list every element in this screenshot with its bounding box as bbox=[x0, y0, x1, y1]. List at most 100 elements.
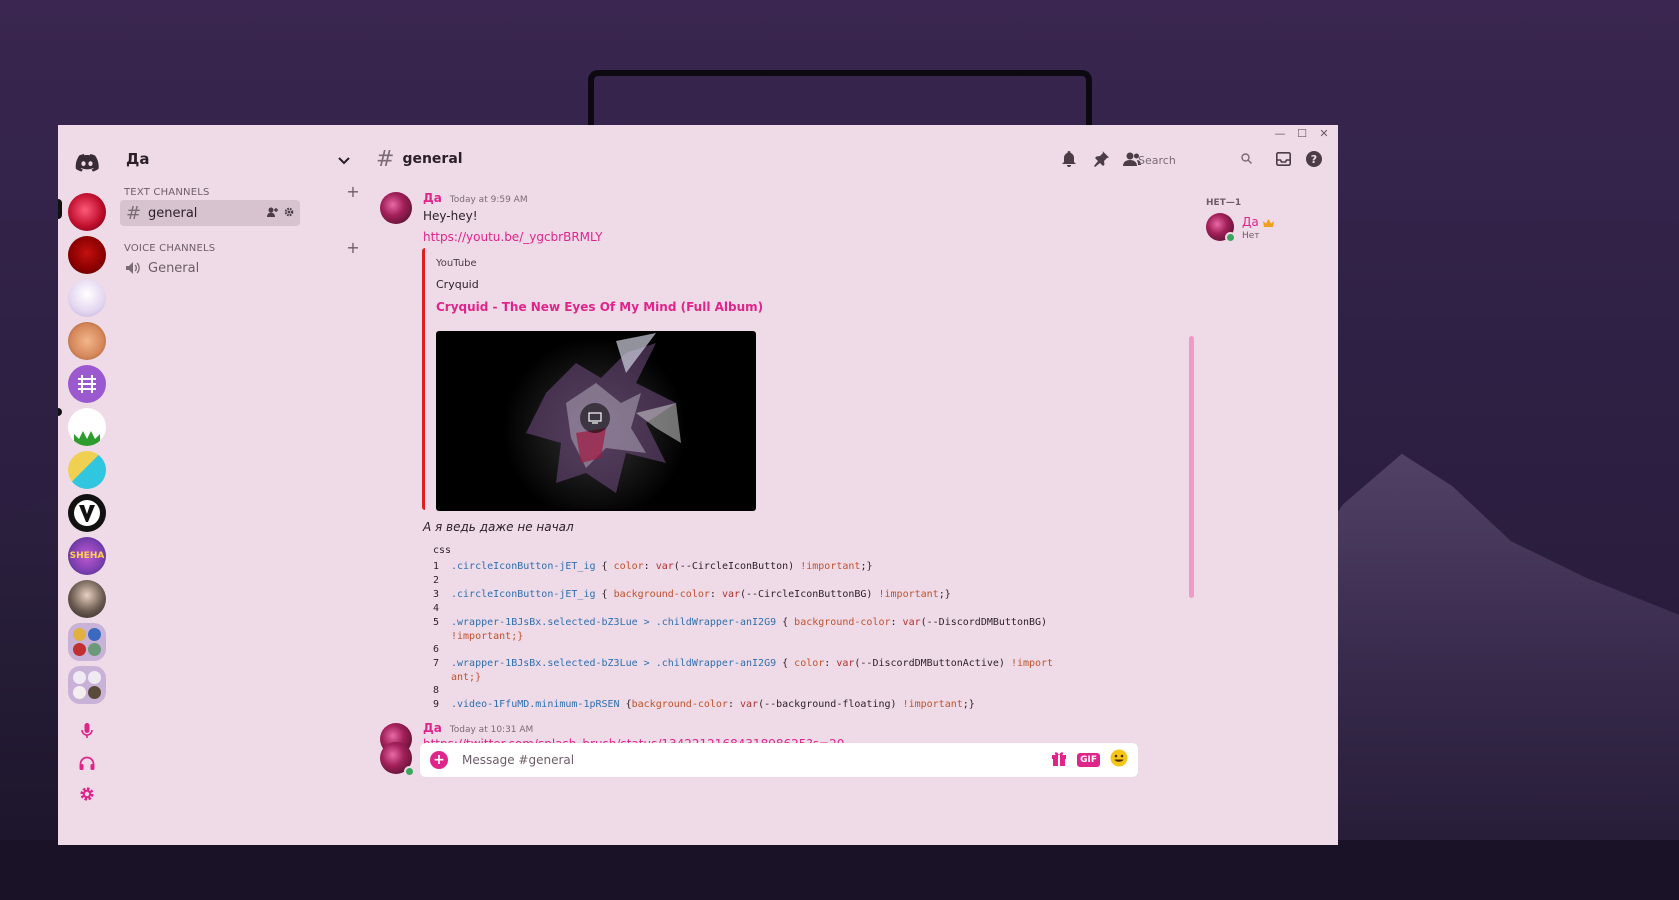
code-token: (--background-floating) bbox=[758, 699, 903, 710]
message-composer[interactable]: + Message #general GIF bbox=[420, 743, 1138, 777]
message-timestamp: Today at 10:31 AM bbox=[449, 725, 534, 735]
code-token: : bbox=[643, 561, 656, 572]
emoji-icon[interactable] bbox=[1110, 749, 1128, 771]
upload-plus-button[interactable]: + bbox=[430, 751, 448, 769]
folder-server-thumb bbox=[73, 671, 86, 684]
server-icon-2[interactable] bbox=[68, 236, 106, 274]
member-name: Да bbox=[1242, 214, 1259, 229]
chevron-down-icon bbox=[338, 150, 350, 169]
avatar[interactable] bbox=[380, 192, 412, 224]
server-icon-7[interactable] bbox=[68, 451, 106, 489]
create-channel-plus-icon[interactable]: + bbox=[346, 240, 360, 256]
message-input[interactable]: Message #general bbox=[462, 753, 1051, 767]
close-window-button[interactable]: ✕ bbox=[1316, 127, 1332, 141]
code-block: 1 .circleIconButton-jET_ig { color: var(-… bbox=[433, 561, 1073, 711]
code-token: .wrapper-1BJsBx.selected-bZ3Lue > .child… bbox=[451, 617, 777, 628]
code-token: !import bbox=[1010, 658, 1054, 669]
code-token: var bbox=[721, 589, 740, 600]
code-token: (--CircleIconButton) bbox=[673, 561, 801, 572]
code-line: 1 .circleIconButton-jET_ig { color: var(-… bbox=[433, 561, 872, 572]
maximize-button[interactable]: ☐ bbox=[1294, 127, 1310, 141]
server-icon-1[interactable] bbox=[68, 193, 106, 231]
code-token: .circleIconButton-jET_ig bbox=[451, 561, 596, 572]
voice-channel-general[interactable]: General bbox=[120, 255, 300, 281]
text-channels-category[interactable]: Text Channels + bbox=[124, 184, 360, 200]
code-token: : bbox=[727, 699, 740, 710]
member-item[interactable]: Да Нет bbox=[1206, 212, 1274, 243]
server-icon-6[interactable] bbox=[68, 408, 106, 446]
message-link[interactable]: https://youtu.be/_ygcbrBRMLY bbox=[423, 230, 602, 244]
headphones-icon[interactable] bbox=[77, 753, 97, 773]
owner-crown-icon bbox=[1262, 212, 1274, 231]
code-token: : bbox=[890, 617, 903, 628]
embed-color-bar bbox=[422, 248, 425, 510]
code-token: 4 bbox=[433, 603, 440, 614]
server-indicator-pill bbox=[58, 199, 62, 219]
embed-author[interactable]: Cryquid bbox=[436, 278, 479, 291]
guild-name: Да bbox=[126, 150, 150, 168]
speaker-icon bbox=[126, 258, 148, 279]
message-author[interactable]: Да bbox=[423, 191, 442, 205]
code-token: : bbox=[709, 589, 722, 600]
code-token: ;} bbox=[962, 699, 975, 710]
folder-server-thumb bbox=[88, 628, 101, 641]
embed-title[interactable]: Cryquid - The New Eyes Of My Mind (Full … bbox=[436, 300, 763, 314]
message-italic-text: А я ведь даже не начал bbox=[423, 520, 574, 534]
message-author[interactable]: Да bbox=[423, 721, 442, 735]
code-token: background-color bbox=[631, 699, 728, 710]
code-token: background-color bbox=[613, 589, 710, 600]
code-token: (--CircleIconButtonBG) bbox=[740, 589, 879, 600]
voice-channels-category[interactable]: Voice Channels + bbox=[124, 240, 360, 256]
code-line: 5 .wrapper-1BJsBx.selected-bZ3Lue > .chil… bbox=[433, 617, 1047, 628]
bell-icon[interactable] bbox=[1058, 148, 1080, 170]
code-token: 9 bbox=[433, 699, 440, 710]
minimize-button[interactable]: — bbox=[1272, 127, 1288, 141]
discord-logo-icon[interactable] bbox=[72, 148, 102, 178]
code-token: color bbox=[794, 658, 825, 669]
code-token: 2 bbox=[433, 575, 440, 586]
code-token: .wrapper-1BJsBx.selected-bZ3Lue > .child… bbox=[451, 658, 777, 669]
folder-server-thumb bbox=[88, 686, 101, 699]
guild-header[interactable]: Да bbox=[116, 125, 364, 193]
server-folder-1[interactable] bbox=[68, 623, 106, 661]
server-icon-3[interactable] bbox=[68, 279, 106, 317]
code-line: 2 bbox=[433, 575, 451, 586]
code-token: { bbox=[595, 589, 614, 600]
discord-window: — ☐ ✕ SHEHA Да TEXT CHANNELS + # general… bbox=[58, 125, 1338, 845]
code-line: 3 .circleIconButton-jET_ig { background-c… bbox=[433, 589, 951, 600]
video-thumbnail[interactable] bbox=[436, 331, 756, 511]
desktop-ground bbox=[0, 840, 1679, 900]
settings-icon[interactable] bbox=[77, 784, 97, 804]
code-line-wrap: ant;} bbox=[451, 672, 481, 683]
gif-icon[interactable]: GIF bbox=[1077, 753, 1100, 767]
code-token: ;} bbox=[860, 561, 873, 572]
server-icon-4[interactable] bbox=[68, 322, 106, 360]
invite-icon[interactable] bbox=[267, 206, 278, 221]
channel-settings-gear-icon[interactable] bbox=[284, 206, 294, 221]
server-folder-2[interactable] bbox=[68, 666, 106, 704]
window-controls: — ☐ ✕ bbox=[1272, 127, 1332, 141]
server-icon-5[interactable] bbox=[68, 365, 106, 403]
server-icon-10[interactable] bbox=[68, 580, 106, 618]
channel-name: general bbox=[148, 205, 198, 221]
pin-icon[interactable] bbox=[1090, 148, 1112, 170]
channel-general[interactable]: # general bbox=[120, 200, 300, 226]
code-token: { bbox=[595, 561, 614, 572]
category-label: Text Channels bbox=[124, 186, 210, 198]
code-token: var bbox=[902, 617, 921, 628]
server-icon-8[interactable] bbox=[68, 494, 106, 532]
message-text: Hey-hey! bbox=[423, 209, 478, 223]
folder-server-thumb bbox=[88, 643, 101, 656]
code-token: var bbox=[740, 699, 759, 710]
microphone-icon[interactable] bbox=[77, 721, 97, 741]
avatar[interactable] bbox=[380, 742, 415, 777]
code-token: 3 bbox=[433, 589, 440, 600]
server-icon-9[interactable]: SHEHA bbox=[68, 537, 106, 575]
play-button-icon[interactable] bbox=[580, 403, 610, 433]
create-channel-plus-icon[interactable]: + bbox=[346, 184, 360, 200]
gift-icon[interactable] bbox=[1051, 750, 1067, 770]
code-line: 6 bbox=[433, 644, 451, 655]
code-line: 8 bbox=[433, 685, 451, 696]
messages-scrollbar[interactable] bbox=[1189, 336, 1194, 598]
code-language: css bbox=[433, 545, 452, 556]
